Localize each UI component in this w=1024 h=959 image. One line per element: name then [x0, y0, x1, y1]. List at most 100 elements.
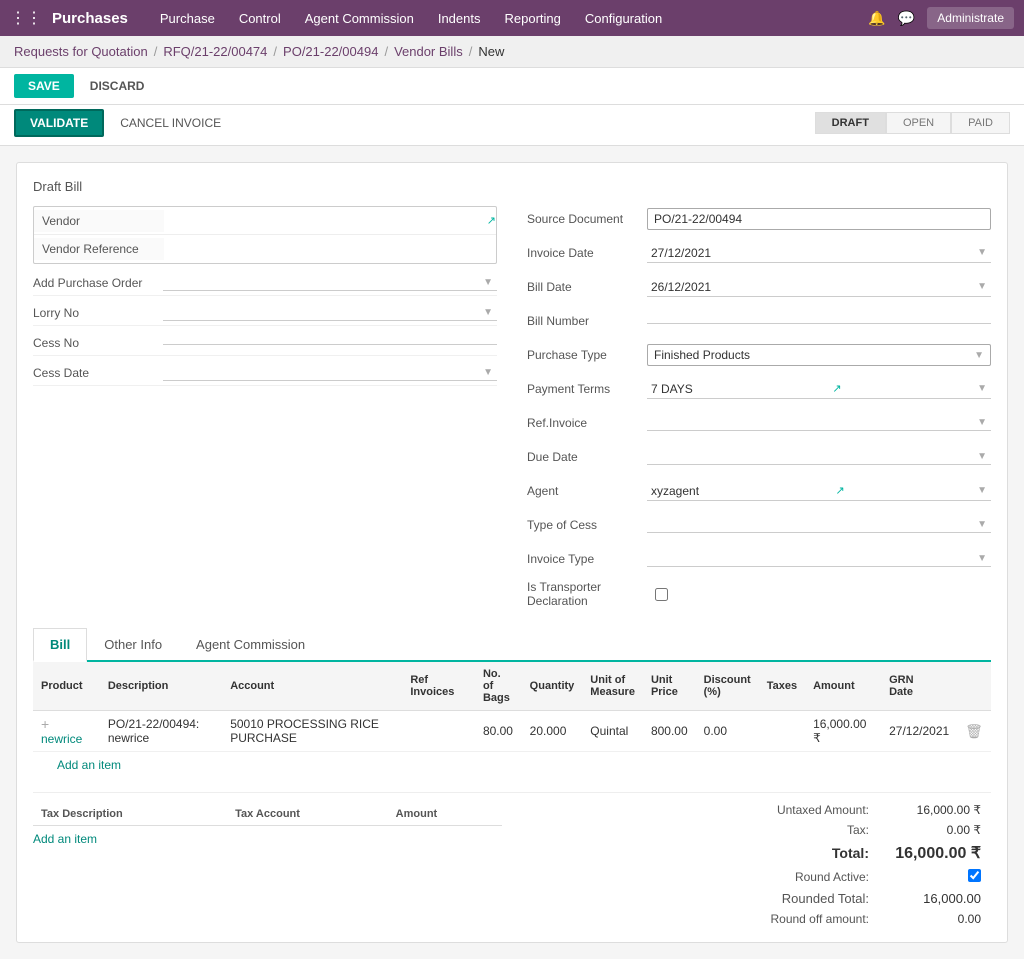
cell-account[interactable]: 50010 PROCESSING RICE PURCHASE — [222, 711, 402, 752]
save-button[interactable]: SAVE — [14, 74, 74, 98]
untaxed-amount-row: Untaxed Amount: 16,000.00 ₹ — [739, 803, 981, 817]
cess-date-field: Cess Date ▼ — [33, 360, 497, 386]
vendor-group: Vendor abc vendor ↗ Vendor Reference ABC — [33, 206, 497, 264]
nav-reporting[interactable]: Reporting — [493, 3, 573, 34]
add-item-link[interactable]: Add an item — [33, 752, 121, 772]
status-open[interactable]: OPEN — [886, 112, 951, 134]
user-button[interactable]: Administrate — [927, 7, 1014, 29]
bill-number-value[interactable] — [647, 319, 991, 324]
cancel-invoice-button[interactable]: CANCEL INVOICE — [112, 111, 229, 135]
col-quantity: Quantity — [522, 662, 583, 711]
untaxed-label: Untaxed Amount: — [739, 803, 869, 817]
ref-invoice-field: Ref.Invoice ▼ — [527, 410, 991, 436]
form-grid: Vendor abc vendor ↗ Vendor Reference ABC — [33, 206, 991, 612]
ref-invoice-value[interactable]: ▼ — [647, 415, 991, 431]
bill-date-value[interactable]: 26/12/2021 ▼ — [647, 278, 991, 297]
col-unit-of-measure: Unit ofMeasure — [582, 662, 643, 711]
breadcrumb-po[interactable]: PO/21-22/00494 — [283, 44, 378, 59]
cell-taxes[interactable] — [759, 711, 805, 752]
notification-icon[interactable]: 🔔 — [868, 10, 885, 27]
purchase-type-value[interactable]: Finished Products ▼ — [647, 344, 991, 366]
type-of-cess-value[interactable]: ▼ — [647, 517, 991, 533]
payment-terms-arrow: ▼ — [977, 383, 987, 394]
round-active-value — [881, 869, 981, 885]
total-row: Total: 16,000.00 ₹ — [739, 843, 981, 863]
vendor-ref-row: Vendor Reference ABC — [34, 235, 496, 263]
cell-no-of-bags[interactable]: 80.00 — [475, 711, 522, 752]
source-document-field: Source Document PO/21-22/00494 — [527, 206, 991, 232]
nav-control[interactable]: Control — [227, 3, 293, 34]
cell-ref-invoices[interactable] — [402, 711, 475, 752]
payment-terms-ext[interactable]: ↗ — [832, 382, 841, 395]
row-add-icon[interactable]: + — [41, 716, 49, 732]
nav-indents[interactable]: Indents — [426, 3, 493, 34]
breadcrumb-rfq[interactable]: Requests for Quotation — [14, 44, 148, 59]
ref-invoice-label: Ref.Invoice — [527, 416, 647, 430]
nav-configuration[interactable]: Configuration — [573, 3, 674, 34]
total-value: 16,000.00 ₹ — [881, 843, 981, 863]
apps-icon[interactable]: ⋮⋮ — [10, 8, 42, 28]
agent-value[interactable]: xyzagent ↗ ▼ — [647, 482, 991, 501]
col-grn-date: GRNDate — [881, 662, 957, 711]
vendor-row: Vendor abc vendor ↗ — [34, 207, 496, 235]
discard-button[interactable]: DISCARD — [82, 74, 153, 98]
source-document-value[interactable]: PO/21-22/00494 — [647, 208, 991, 230]
transporter-declaration-checkbox[interactable] — [655, 588, 668, 601]
vendor-ext-link[interactable]: ↗ — [487, 214, 496, 227]
tax-add-item-link[interactable]: Add an item — [33, 826, 97, 846]
breadcrumb-vendor-bills[interactable]: Vendor Bills — [394, 44, 463, 59]
nav-agent-commission[interactable]: Agent Commission — [293, 3, 426, 34]
cell-quantity[interactable]: 20.000 — [522, 711, 583, 752]
tab-other-info[interactable]: Other Info — [87, 628, 179, 662]
source-document-text: PO/21-22/00494 — [654, 212, 742, 226]
chat-icon[interactable]: 💬 — [898, 10, 915, 27]
round-off-row: Round off amount: 0.00 — [739, 912, 981, 926]
rounded-total-label: Rounded Total: — [739, 891, 869, 906]
status-draft[interactable]: DRAFT — [815, 112, 886, 134]
lorry-no-value[interactable]: ▼ — [163, 305, 497, 321]
vendor-value: abc vendor — [164, 210, 483, 232]
invoice-date-value[interactable]: 27/12/2021 ▼ — [647, 244, 991, 263]
cess-date-value[interactable]: ▼ — [163, 365, 497, 381]
bill-date-field: Bill Date 26/12/2021 ▼ — [527, 274, 991, 300]
vendor-ref-value: ABC — [164, 238, 496, 260]
payment-terms-value[interactable]: 7 DAYS ↗ ▼ — [647, 380, 991, 399]
cell-unit-of-measure[interactable]: Quintal — [582, 711, 643, 752]
rounded-total-row: Rounded Total: 16,000.00 — [739, 891, 981, 906]
tabs-row: Bill Other Info Agent Commission — [33, 628, 991, 662]
round-active-checkbox[interactable] — [968, 869, 981, 882]
due-date-value[interactable]: ▼ — [647, 449, 991, 465]
payment-terms-field: Payment Terms 7 DAYS ↗ ▼ — [527, 376, 991, 402]
tax-value: 0.00 ₹ — [881, 823, 981, 837]
breadcrumb-rfq-number[interactable]: RFQ/21-22/00474 — [163, 44, 267, 59]
invoice-type-label: Invoice Type — [527, 552, 647, 566]
status-paid[interactable]: PAID — [951, 112, 1010, 134]
add-purchase-order-value[interactable]: ▼ — [163, 275, 497, 291]
invoice-date-label: Invoice Date — [527, 246, 647, 260]
invoice-type-value[interactable]: ▼ — [647, 551, 991, 567]
product-name[interactable]: newrice — [41, 732, 82, 746]
vendor-input[interactable]: abc vendor — [172, 214, 475, 228]
agent-ext[interactable]: ↗ — [835, 484, 844, 497]
vendor-label: Vendor — [34, 210, 164, 232]
nav-purchase[interactable]: Purchase — [148, 3, 227, 34]
table-header-row: Product Description Account Ref Invoices… — [33, 662, 991, 711]
round-off-value: 0.00 — [881, 912, 981, 926]
cell-description[interactable]: PO/21-22/00494: newrice — [100, 711, 222, 752]
col-product: Product — [33, 662, 100, 711]
invoice-type-arrow: ▼ — [977, 553, 987, 564]
vendor-ref-input[interactable]: ABC — [172, 242, 488, 256]
tab-agent-commission[interactable]: Agent Commission — [179, 628, 322, 662]
status-bar: DRAFT OPEN PAID — [815, 112, 1010, 134]
add-purchase-order-label: Add Purchase Order — [33, 274, 163, 292]
cess-no-value[interactable] — [163, 340, 497, 345]
cell-grn-date[interactable]: 27/12/2021 — [881, 711, 957, 752]
validate-button[interactable]: VALIDATE — [14, 109, 104, 137]
cell-discount[interactable]: 0.00 — [696, 711, 759, 752]
cess-date-label: Cess Date — [33, 364, 163, 382]
cell-unit-price[interactable]: 800.00 — [643, 711, 696, 752]
type-of-cess-field: Type of Cess ▼ — [527, 512, 991, 538]
tax-col-description: Tax Description — [33, 803, 227, 826]
delete-row-icon[interactable]: 🗑 — [965, 723, 983, 739]
tab-bill[interactable]: Bill — [33, 628, 87, 662]
